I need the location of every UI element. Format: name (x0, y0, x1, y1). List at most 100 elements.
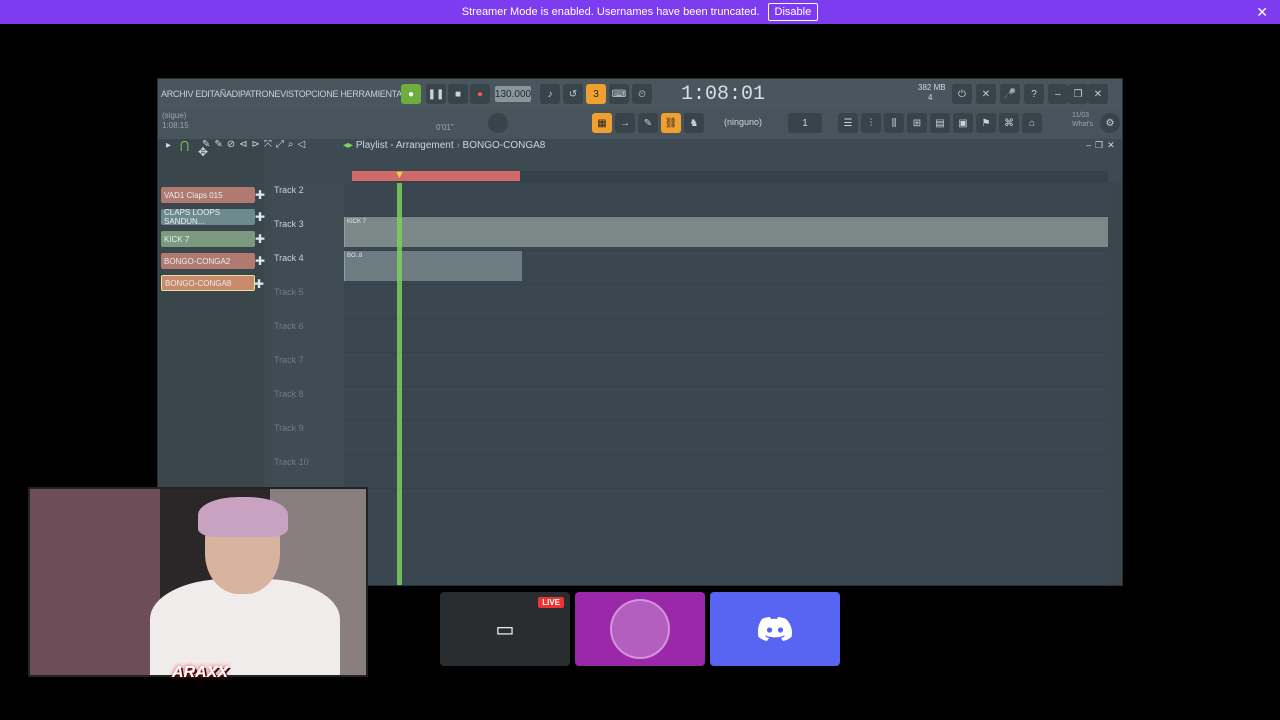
stamp-icon[interactable]: ♞ (684, 113, 704, 133)
loop-icon[interactable]: ↺ (563, 84, 583, 104)
user-avatar-tile[interactable] (575, 592, 705, 666)
track-label[interactable]: Track 10 (274, 457, 309, 467)
discord-tile[interactable] (710, 592, 840, 666)
playlist-icon[interactable]: ☰ (838, 113, 858, 133)
fl-menu-bar[interactable]: ARCHIV EDITAÑADIPATRONEVISTOPCIONE HERRA… (161, 89, 407, 99)
playlist-pattern-name: BONGO-CONGA8 (462, 140, 546, 151)
streamer-hair (198, 497, 288, 537)
help-icon[interactable]: ? (1024, 84, 1044, 104)
countdown-icon[interactable]: ⏲ (632, 84, 652, 104)
channel-item[interactable]: BONGO-CONGA8 ✚ (161, 275, 264, 291)
channel-item[interactable]: KICK 7 ✚ (161, 231, 265, 247)
close-icon[interactable]: ✕ (1256, 4, 1268, 21)
step-icon[interactable]: 3 (586, 84, 606, 104)
memory-display: 382 MB (918, 83, 946, 92)
streamer-mode-banner: Streamer Mode is enabled. Usernames have… (0, 0, 1280, 24)
tools-icon[interactable]: ✕ (976, 84, 996, 104)
arrow-icon[interactable]: → (615, 113, 635, 133)
project-icon[interactable]: ▣ (953, 113, 973, 133)
channel-rack-icon[interactable]: ⫶ (861, 113, 881, 133)
settings-icon[interactable]: ⚙ (1100, 113, 1120, 133)
pattern-selector[interactable]: (ninguno) (721, 114, 765, 130)
playhead-marker-icon[interactable]: ▼ (394, 169, 405, 181)
track-label[interactable]: Track 2 (274, 185, 304, 195)
channel-item[interactable]: BONGO-CONGA2 ✚ (161, 253, 265, 269)
mic-icon[interactable]: 🎤 (1000, 84, 1020, 104)
channel-item[interactable]: CLAPS LOOPS SANDUN... ✚ (161, 208, 265, 226)
playlist-grid[interactable]: KICK 7 BO..8 (344, 183, 1108, 585)
record-icon[interactable]: ● (470, 84, 490, 104)
disable-button[interactable]: Disable (767, 3, 819, 21)
live-badge: LIVE (538, 597, 564, 608)
add-icon[interactable]: ✚ (255, 210, 265, 224)
playlist-tools[interactable]: ✎✎⊘⊲⊳⤧⤢⌕◁ (202, 139, 309, 150)
brush-icon[interactable]: ✎ (638, 113, 658, 133)
flag-icon[interactable]: ⚑ (976, 113, 996, 133)
shortcut-icon[interactable]: ⌘ (999, 113, 1019, 133)
vertical-scrollbar[interactable] (1108, 183, 1122, 585)
track-lane[interactable] (344, 183, 1108, 217)
playlist-window-controls[interactable]: –❐✕ (1086, 140, 1119, 151)
news-label: What's (1072, 121, 1094, 128)
add-icon[interactable]: ✚ (255, 188, 265, 202)
metronome-icon[interactable]: ♪ (540, 84, 560, 104)
hint-panel: (sigue) 1:08:15 (162, 111, 189, 131)
track-lane[interactable] (344, 387, 1108, 421)
typing-keyboard-icon[interactable]: ⌨ (609, 84, 629, 104)
song-mode-icon[interactable]: ● (401, 84, 421, 104)
track-label[interactable]: Track 7 (274, 355, 304, 365)
magnet-icon[interactable]: ⋂ (180, 139, 189, 152)
stop-icon[interactable]: ■ (448, 84, 468, 104)
track-lane[interactable]: KICK 7 (344, 217, 1108, 251)
cart-icon[interactable]: ⌂ (1022, 113, 1042, 133)
pause-icon[interactable]: ❚❚ (426, 84, 446, 104)
close-window-icon[interactable]: ✕ (1088, 84, 1108, 104)
add-icon[interactable]: ✚ (255, 254, 265, 268)
track-lane[interactable] (344, 285, 1108, 319)
track-lane[interactable] (344, 455, 1108, 489)
track-lane[interactable] (344, 319, 1108, 353)
browser-icon[interactable]: ▤ (930, 113, 950, 133)
channel-label: BONGO-CONGA2 (164, 256, 231, 266)
plugin-icon[interactable]: ⊞ (907, 113, 927, 133)
bpm-display[interactable]: 130.000 (495, 86, 531, 102)
channel-label: VAD1 Claps 015 (164, 190, 223, 200)
track-label[interactable]: Track 3 (274, 219, 304, 229)
channel-label: CLAPS LOOPS SANDUN... (164, 208, 221, 226)
add-icon[interactable]: ✚ (255, 232, 265, 246)
track-label[interactable]: Track 6 (274, 321, 304, 331)
banner-message: Streamer Mode is enabled. Usernames have… (461, 6, 760, 18)
mixer-icon[interactable]: ⫼ (884, 113, 904, 133)
restore-icon[interactable]: ❐ (1068, 84, 1088, 104)
track-lane[interactable] (344, 353, 1108, 387)
screen-share-tile[interactable]: LIVE ▭ (440, 592, 570, 666)
clip-label: BO..8 (347, 253, 363, 259)
track-label[interactable]: Track 5 (274, 287, 304, 297)
track-label[interactable]: Track 4 (274, 253, 304, 263)
track-label[interactable]: Track 8 (274, 389, 304, 399)
piano-icon[interactable]: ▦ (592, 113, 612, 133)
kick-clip[interactable]: KICK 7 (344, 217, 1108, 247)
track-lane[interactable]: BO..8 (344, 251, 1108, 285)
channel-logo: ARAXX (171, 664, 228, 681)
fl-toolbar-row2: (sigue) 1:08:15 0'01" ▦ → ✎ ⛓ ♞ (ninguno… (158, 109, 1122, 139)
track-lane[interactable] (344, 421, 1108, 455)
bongo-clip[interactable]: BO..8 (344, 251, 522, 281)
loop-region[interactable] (352, 171, 520, 181)
pattern-number[interactable]: 1 (788, 113, 822, 133)
news-panel[interactable]: 11/03 What's (1072, 111, 1093, 129)
playlist-title-text: Playlist - Arrangement (355, 140, 454, 151)
cpu-icon[interactable]: ⏻ (952, 84, 972, 104)
channel-item[interactable]: VAD1 Claps 015 ✚ (161, 187, 265, 203)
channel-label: KICK 7 (164, 234, 190, 244)
monitor-icon: ▭ (495, 618, 515, 641)
link-icon[interactable]: ⛓ (661, 113, 681, 133)
hint-line1: (sigue) (162, 111, 187, 120)
playlist-title: ◂▸ Playlist - Arrangement › BONGO-CONGA8 (343, 140, 546, 151)
track-label[interactable]: Track 9 (274, 423, 304, 433)
minimize-icon[interactable]: – (1048, 84, 1068, 104)
master-volume-knob[interactable] (488, 113, 508, 133)
webcam-overlay (28, 487, 368, 677)
add-icon[interactable]: ✚ (254, 277, 264, 291)
play-arrow-icon[interactable]: ▸ (166, 140, 171, 151)
